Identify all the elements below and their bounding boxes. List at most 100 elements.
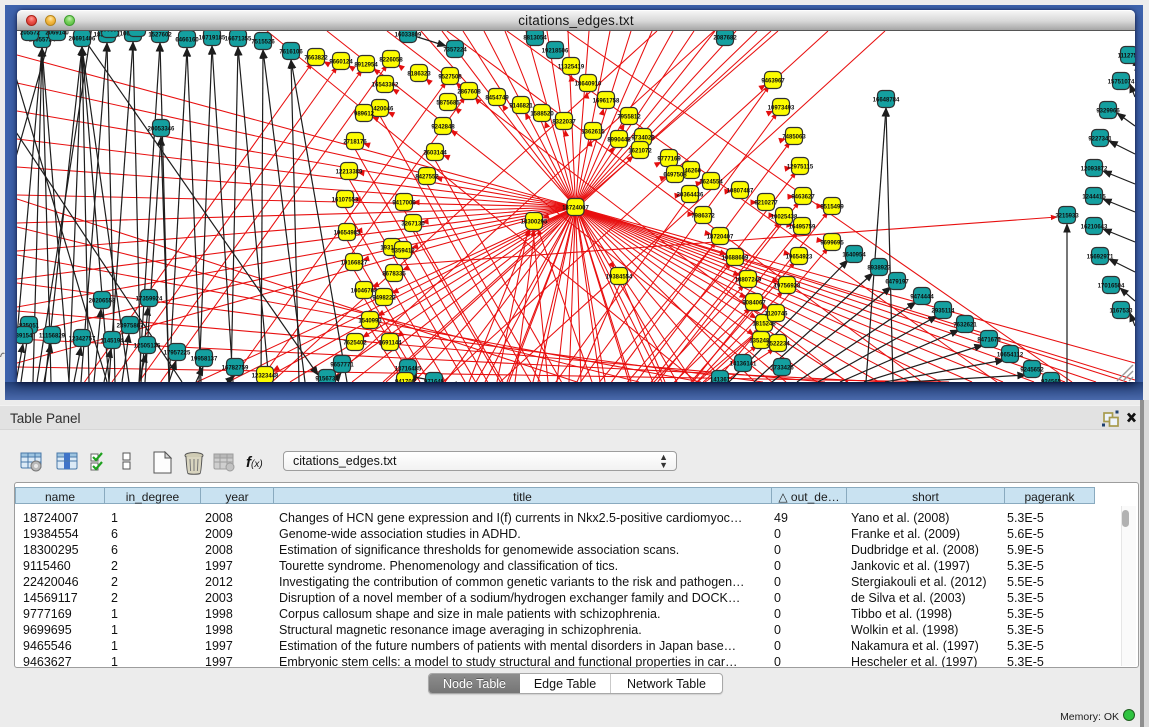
svg-text:10973493: 10973493	[768, 105, 795, 111]
svg-text:12323448: 12323448	[252, 373, 279, 379]
svg-text:3215933: 3215933	[1055, 213, 1079, 219]
svg-text:10654112: 10654112	[997, 352, 1024, 358]
svg-text:16543362: 16543362	[372, 82, 399, 88]
svg-text:1640954: 1640954	[842, 252, 866, 258]
svg-text:2522234: 2522234	[766, 341, 790, 347]
svg-text:7357224: 7357224	[443, 47, 467, 53]
svg-text:3624554: 3624554	[699, 179, 723, 185]
svg-text:16495759: 16495759	[789, 224, 816, 230]
svg-text:23975867: 23975867	[117, 323, 144, 329]
svg-text:7485063: 7485063	[782, 134, 806, 140]
svg-text:15692971: 15692971	[1087, 254, 1114, 260]
svg-text:1588520: 1588520	[530, 111, 554, 117]
svg-text:19958137: 19958137	[191, 356, 218, 362]
svg-text:10719185: 10719185	[199, 35, 226, 41]
svg-text:16107553: 16107553	[332, 197, 359, 203]
svg-text:9515499: 9515499	[820, 204, 844, 210]
svg-text:6479197: 6479197	[885, 279, 909, 285]
svg-text:1527602: 1527602	[148, 32, 172, 38]
svg-text:1244415: 1244415	[1082, 194, 1106, 200]
svg-text:1815248: 1815248	[752, 321, 776, 327]
svg-text:11325419: 11325419	[558, 64, 585, 70]
svg-text:18640910: 18640910	[575, 81, 602, 87]
svg-text:924565: 924565	[1041, 379, 1062, 382]
svg-text:8322037: 8322037	[552, 119, 576, 125]
svg-text:9734028: 9734028	[631, 135, 655, 141]
svg-text:9227341: 9227341	[1088, 136, 1112, 142]
svg-text:19218506: 19218506	[542, 48, 569, 54]
svg-text:9329966: 9329966	[1096, 108, 1120, 114]
svg-text:141361: 141361	[710, 377, 731, 382]
svg-text:16210643: 16210643	[1081, 224, 1108, 230]
svg-text:16782759: 16782759	[222, 365, 249, 371]
svg-text:9245652: 9245652	[1020, 367, 1044, 373]
svg-text:20206558: 20206558	[89, 298, 116, 304]
svg-text:9242848: 9242848	[431, 124, 455, 130]
svg-text:9474444: 9474444	[910, 294, 934, 300]
svg-text:8186323: 8186323	[407, 71, 431, 77]
svg-text:8990448: 8990448	[607, 137, 631, 143]
svg-text:16961758: 16961758	[593, 98, 620, 104]
svg-text:107191: 107191	[127, 31, 148, 32]
svg-text:13716485: 13716485	[395, 366, 422, 372]
svg-text:205572: 205572	[20, 31, 41, 36]
svg-text:19756928: 19756928	[774, 283, 801, 289]
svg-text:8912954: 8912954	[354, 62, 378, 68]
svg-text:9084067: 9084067	[742, 300, 766, 306]
svg-text:106532: 106532	[100, 31, 121, 33]
svg-text:5875685: 5875685	[436, 100, 460, 106]
svg-text:9417006: 9417006	[392, 200, 416, 206]
svg-text:11156829: 11156829	[39, 333, 66, 339]
svg-text:2867608: 2867608	[457, 89, 481, 95]
svg-text:3267130: 3267130	[401, 221, 425, 227]
svg-text:2069140: 2069140	[45, 31, 69, 36]
svg-text:1362615: 1362615	[581, 129, 605, 135]
svg-text:17359924: 17359924	[136, 296, 163, 302]
svg-text:1120746: 1120746	[764, 311, 788, 317]
svg-text:9527508: 9527508	[438, 74, 462, 80]
svg-text:8678335: 8678335	[382, 271, 406, 277]
svg-text:9463627: 9463627	[791, 194, 815, 200]
svg-text:20364436: 20364436	[677, 192, 704, 198]
svg-text:9777169: 9777169	[657, 156, 681, 162]
svg-text:971648: 971648	[424, 379, 445, 382]
svg-text:10046768: 10046768	[351, 288, 378, 294]
svg-text:1621072: 1621072	[628, 148, 652, 154]
svg-text:19384554: 19384554	[606, 274, 633, 280]
svg-text:2718176: 2718176	[343, 139, 367, 145]
svg-text:17957225: 17957225	[164, 350, 191, 356]
svg-text:9660124: 9660124	[329, 59, 353, 65]
svg-text:39154: 39154	[17, 333, 33, 339]
svg-text:9498222: 9498222	[372, 295, 396, 301]
svg-text:6466160: 6466160	[175, 37, 199, 43]
svg-text:941700: 941700	[395, 379, 416, 382]
svg-text:10688609: 10688609	[722, 255, 749, 261]
svg-text:1733426: 1733426	[770, 365, 794, 371]
svg-text:7955812: 7955812	[617, 114, 641, 120]
svg-text:7663822: 7663822	[304, 55, 328, 61]
svg-text:7616106: 7616106	[279, 49, 303, 55]
svg-text:19654983: 19654983	[334, 230, 361, 236]
svg-text:6497508: 6497508	[663, 172, 687, 178]
svg-text:18724007: 18724007	[562, 205, 589, 211]
svg-text:15751074: 15751074	[1108, 79, 1135, 85]
svg-text:16033809: 16033809	[395, 32, 422, 38]
svg-text:7986372: 7986372	[691, 213, 715, 219]
svg-text:1540993: 1540993	[358, 318, 382, 324]
svg-text:2603144: 2603144	[423, 150, 447, 156]
svg-text:8938923: 8938923	[867, 265, 891, 271]
svg-text:10807487: 10807487	[727, 188, 754, 194]
svg-text:12975115: 12975115	[787, 164, 814, 170]
svg-text:18300295: 18300295	[521, 219, 548, 225]
svg-text:8471676: 8471676	[977, 337, 1001, 343]
svg-text:18807249: 18807249	[735, 277, 762, 283]
svg-text:1167533: 1167533	[1109, 308, 1133, 314]
svg-text:19166827: 19166827	[341, 260, 368, 266]
svg-text:19654923: 19654923	[786, 254, 813, 260]
svg-text:20691406: 20691406	[69, 36, 96, 42]
svg-text:8226058: 8226058	[379, 57, 403, 63]
svg-text:20053346: 20053346	[148, 126, 175, 132]
svg-text:8813054: 8813054	[523, 35, 547, 41]
svg-text:9463967: 9463967	[761, 78, 785, 84]
svg-text:12505135: 12505135	[134, 343, 161, 349]
